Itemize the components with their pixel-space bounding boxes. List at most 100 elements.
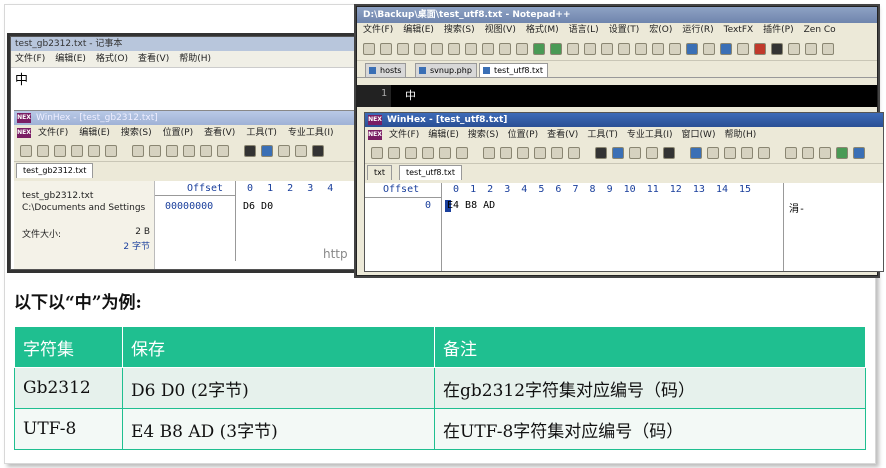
indent-guide-icon[interactable]	[703, 43, 715, 55]
udl-icon[interactable]	[720, 43, 732, 55]
tab-test-gb2312[interactable]: test_gb2312.txt	[16, 163, 94, 178]
menu-zen-coding[interactable]: Zen Co	[804, 23, 836, 38]
paste-special-icon[interactable]	[200, 145, 212, 157]
notepad-gb2312-text[interactable]: 中	[15, 69, 28, 88]
binary-icon[interactable]	[568, 147, 580, 159]
open-disk-icon[interactable]	[802, 147, 814, 159]
zoom-out-icon[interactable]	[618, 43, 630, 55]
save-icon[interactable]	[397, 43, 409, 55]
menu-format[interactable]: 格式(O)	[96, 51, 128, 67]
go-to-offset-icon[interactable]	[690, 147, 702, 159]
paste-icon[interactable]	[516, 43, 528, 55]
find-icon[interactable]	[567, 43, 579, 55]
menu-search[interactable]: 搜索(S)	[468, 127, 499, 143]
menu-macro[interactable]: 宏(O)	[649, 23, 672, 38]
replace-hex-icon[interactable]	[295, 145, 307, 157]
cut-icon[interactable]	[500, 147, 512, 159]
menu-edit[interactable]: 编辑(E)	[428, 127, 459, 143]
word-wrap-icon[interactable]	[669, 43, 681, 55]
menu-view[interactable]: 查看(V)	[138, 51, 169, 67]
replace-icon[interactable]	[584, 43, 596, 55]
menu-position[interactable]: 位置(P)	[508, 127, 538, 143]
binary-icon[interactable]	[217, 145, 229, 157]
menu-view[interactable]: 查看(V)	[204, 125, 235, 141]
copy-icon[interactable]	[166, 145, 178, 157]
paste-icon[interactable]	[534, 147, 546, 159]
menu-textfx[interactable]: TextFX	[724, 23, 754, 38]
ascii-text[interactable]: 涓-	[789, 200, 805, 215]
paste-special-icon[interactable]	[551, 147, 563, 159]
find-icon[interactable]	[244, 145, 256, 157]
new-file-icon[interactable]	[20, 145, 32, 157]
menu-view[interactable]: 查看(V)	[547, 127, 578, 143]
menu-file[interactable]: 文件(F)	[363, 23, 393, 38]
menu-pro-tools[interactable]: 专业工具(I)	[288, 125, 334, 141]
menu-plugins[interactable]: 插件(P)	[763, 23, 793, 38]
menu-settings[interactable]: 设置(T)	[609, 23, 640, 38]
zoom-in-icon[interactable]	[601, 43, 613, 55]
doc-tab-hosts[interactable]: hosts	[365, 63, 407, 77]
menu-run[interactable]: 运行(R)	[682, 23, 713, 38]
menu-format[interactable]: 格式(M)	[526, 23, 559, 38]
compare-icon[interactable]	[853, 147, 865, 159]
menu-search[interactable]: 搜索(S)	[121, 125, 152, 141]
menu-edit[interactable]: 编辑(E)	[403, 23, 434, 38]
copy-icon[interactable]	[517, 147, 529, 159]
open-icon[interactable]	[380, 43, 392, 55]
open-icon[interactable]	[388, 147, 400, 159]
menu-search[interactable]: 搜索(S)	[444, 23, 475, 38]
notepadpp-editor[interactable]: 1 中	[357, 85, 877, 107]
menu-tools[interactable]: 工具(T)	[246, 125, 277, 141]
replace-icon[interactable]	[629, 147, 641, 159]
tab-test-utf8[interactable]: test_utf8.txt	[399, 165, 463, 180]
jump-icon[interactable]	[758, 147, 770, 159]
tab-txt[interactable]: txt	[367, 165, 393, 180]
redo-icon[interactable]	[550, 43, 562, 55]
open-icon[interactable]	[37, 145, 49, 157]
menu-tools[interactable]: 工具(T)	[587, 127, 618, 143]
find-next-icon[interactable]	[663, 147, 675, 159]
close-all-icon[interactable]	[448, 43, 460, 55]
print-icon[interactable]	[465, 43, 477, 55]
menu-edit[interactable]: 编辑(E)	[79, 125, 110, 141]
folder-icon[interactable]	[456, 147, 468, 159]
cut-icon[interactable]	[149, 145, 161, 157]
doc-tab-test-utf8[interactable]: test_utf8.txt	[479, 63, 549, 77]
line-content[interactable]: 中	[405, 87, 416, 103]
close-icon[interactable]	[431, 43, 443, 55]
menu-edit[interactable]: 编辑(E)	[55, 51, 86, 67]
analyze-icon[interactable]	[836, 147, 848, 159]
save-icon[interactable]	[405, 147, 417, 159]
undo-icon[interactable]	[132, 145, 144, 157]
undo-icon[interactable]	[533, 43, 545, 55]
print-icon[interactable]	[422, 147, 434, 159]
menu-window[interactable]: 窗口(W)	[682, 127, 716, 143]
copy-icon[interactable]	[499, 43, 511, 55]
sync-h-icon[interactable]	[652, 43, 664, 55]
find-hex-icon[interactable]	[612, 147, 624, 159]
menu-pro-tools[interactable]: 专业工具(I)	[627, 127, 673, 143]
calculator-icon[interactable]	[785, 147, 797, 159]
doc-tab-svnup[interactable]: svnup.php	[415, 63, 477, 77]
replace-icon[interactable]	[278, 145, 290, 157]
go-to-page-icon[interactable]	[707, 147, 719, 159]
new-file-icon[interactable]	[363, 43, 375, 55]
find-next-icon[interactable]	[312, 145, 324, 157]
doc-map-icon[interactable]	[737, 43, 749, 55]
play-multiple-icon[interactable]	[805, 43, 817, 55]
back-icon[interactable]	[724, 147, 736, 159]
hex-bytes[interactable]: E4 B8 AD	[447, 200, 495, 211]
paste-icon[interactable]	[183, 145, 195, 157]
hex-bytes[interactable]: D6 D0	[243, 201, 273, 212]
forward-icon[interactable]	[741, 147, 753, 159]
stop-macro-icon[interactable]	[771, 43, 783, 55]
new-file-icon[interactable]	[371, 147, 383, 159]
find-icon[interactable]	[595, 147, 607, 159]
properties-icon[interactable]	[88, 145, 100, 157]
ram-icon[interactable]	[819, 147, 831, 159]
find-hex-icon[interactable]	[261, 145, 273, 157]
folder-icon[interactable]	[105, 145, 117, 157]
save-icon[interactable]	[54, 145, 66, 157]
print-icon[interactable]	[71, 145, 83, 157]
menu-language[interactable]: 语言(L)	[569, 23, 599, 38]
